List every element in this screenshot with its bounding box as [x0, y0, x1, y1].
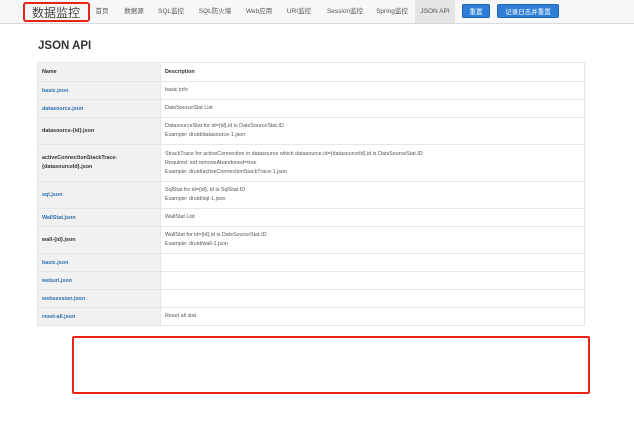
description-line: WallStat List — [165, 214, 195, 220]
nav-datasource[interactable]: 数据源 — [120, 0, 148, 23]
description-line: Reset all stat — [165, 313, 197, 319]
description-line: Example: druid/wall-1.json — [165, 241, 228, 247]
json-api-table: Name Description basic.json basic info d… — [37, 62, 585, 326]
description-line: Required: set removeAbandoned=true — [165, 159, 257, 166]
description-line: Example: druid/activeConnectionStackTrac… — [165, 168, 288, 175]
api-description: DatasourceStat for id={id},id is DatsSou… — [160, 117, 585, 145]
top-navbar: 数据监控 首页 数据源 SQL监控 SQL防火墙 Web应用 URI监控 Ses… — [0, 0, 634, 24]
api-link[interactable]: weburi.json — [37, 271, 161, 290]
api-description: basic info — [160, 81, 585, 100]
description-line: WallStat for id={id},id is DatsSourceSta… — [165, 232, 267, 238]
nav-sql-firewall[interactable]: SQL防火墙 — [194, 0, 236, 23]
api-description: WallStat for id={id},id is DatsSourceSta… — [160, 226, 585, 254]
table-row: wall-{id}.json WallStat for id={id},id i… — [37, 226, 585, 254]
table-row: datasource.json DatsSourceStat List — [37, 99, 585, 118]
api-name: datasource-{id}.json — [37, 117, 161, 145]
api-description: Reset all stat — [160, 307, 585, 326]
table-row: basic.json — [37, 253, 585, 272]
api-description — [160, 253, 585, 272]
table-row: activeConnectionStackTrace-{datasourceId… — [37, 144, 585, 182]
log-and-reset-button[interactable]: 记录日志并重置 — [497, 4, 559, 18]
api-link[interactable]: reset-all.json — [37, 307, 161, 326]
api-description — [160, 271, 585, 290]
column-header-description: Description — [160, 62, 585, 82]
table-row: basic.json basic info — [37, 81, 585, 100]
api-description — [160, 289, 585, 308]
description-line: SqlStat for id={id}, id is SqlStat.ID — [165, 187, 246, 193]
description-line: DatasourceStat for id={id},id is DatsSou… — [165, 123, 284, 129]
api-name: wall-{id}.json — [37, 226, 161, 254]
table-row: sql.json SqlStat for id={id}, id is SqlS… — [37, 181, 585, 209]
description-line: DatsSourceStat List — [165, 105, 213, 111]
api-link[interactable]: basic.json — [37, 253, 161, 272]
nav-sql-monitor[interactable]: SQL监控 — [154, 0, 188, 23]
api-link[interactable]: basic.json — [37, 81, 161, 100]
column-header-name: Name — [37, 62, 161, 82]
description-line: StrackTrace for activeConnection in data… — [165, 150, 423, 157]
nav-session-monitor[interactable]: Session监控 — [321, 0, 369, 23]
description-line: Example: druid/sql-1.json — [165, 196, 226, 202]
api-description: DatsSourceStat List — [160, 99, 585, 118]
table-row: datasource-{id}.json DatasourceStat for … — [37, 117, 585, 145]
api-name: activeConnectionStackTrace-{datasourceId… — [37, 144, 161, 182]
api-link[interactable]: WallStat.json — [37, 208, 161, 227]
api-description: WallStat List — [160, 208, 585, 227]
table-row: weburi.json — [37, 271, 585, 290]
table-header-row: Name Description — [37, 62, 585, 82]
highlight-box — [72, 336, 590, 394]
nav-json-api[interactable]: JSON API — [415, 0, 455, 23]
api-description: SqlStat for id={id}, id is SqlStat.ID Ex… — [160, 181, 585, 209]
nav-uri-monitor[interactable]: URI监控 — [282, 0, 316, 23]
nav-home[interactable]: 首页 — [90, 0, 114, 23]
api-description: StrackTrace for activeConnection in data… — [160, 144, 585, 182]
api-link[interactable]: sql.json — [37, 181, 161, 209]
nav-web-app[interactable]: Web应用 — [241, 0, 277, 23]
api-link[interactable]: websession.json — [37, 289, 161, 308]
nav-spring-monitor[interactable]: Spring监控 — [372, 0, 412, 23]
table-row: WallStat.json WallStat List — [37, 208, 585, 227]
brand-highlight-box — [23, 2, 90, 22]
reset-button[interactable]: 重置 — [462, 4, 490, 18]
description-line: basic info — [165, 87, 188, 93]
description-line: Example: druid/datasource-1.json — [165, 132, 246, 138]
table-row: reset-all.json Reset all stat — [37, 307, 585, 326]
table-row: websession.json — [37, 289, 585, 308]
page-title: JSON API — [38, 40, 92, 52]
api-link[interactable]: datasource.json — [37, 99, 161, 118]
